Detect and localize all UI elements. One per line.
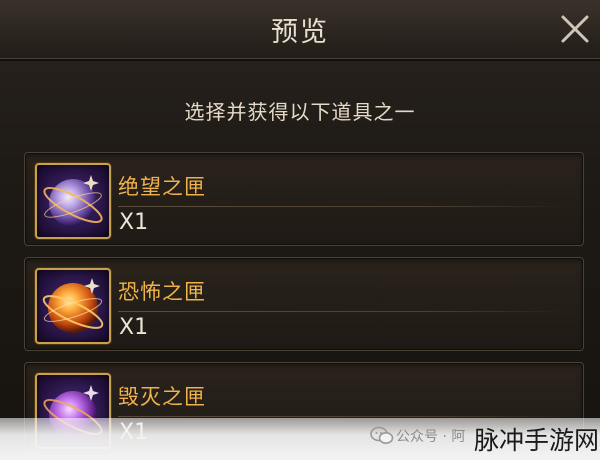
- dialog-title: 预览: [271, 17, 329, 48]
- item-quantity: X1: [119, 210, 149, 235]
- item-divider: [118, 311, 568, 312]
- item-divider: [118, 206, 568, 207]
- wechat-icon: [370, 426, 394, 444]
- watermark-account: 公众号 · 阿: [396, 429, 466, 445]
- item-quantity: X1: [119, 315, 149, 340]
- watermark-brand: 脉冲手游网: [474, 426, 600, 455]
- close-icon: [561, 15, 589, 43]
- terror-box-icon: [35, 268, 111, 344]
- item-divider: [118, 416, 568, 417]
- reward-item-despair-box[interactable]: 绝望之匣 X1: [24, 152, 584, 246]
- item-name: 恐怖之匣: [118, 280, 206, 304]
- item-name: 毁灭之匣: [118, 385, 206, 409]
- reward-item-terror-box[interactable]: 恐怖之匣 X1: [24, 257, 584, 351]
- preview-dialog: 预览 选择并获得以下道具之一 绝望之匣 X1 恐怖之匣 X1 毁灭之匣 公众号 …: [0, 0, 600, 460]
- close-button[interactable]: [556, 10, 594, 48]
- choose-one-hint: 选择并获得以下道具之一: [184, 100, 416, 124]
- item-name: 绝望之匣: [118, 175, 206, 199]
- despair-box-icon: [35, 163, 111, 239]
- dialog-header: 预览: [0, 0, 600, 59]
